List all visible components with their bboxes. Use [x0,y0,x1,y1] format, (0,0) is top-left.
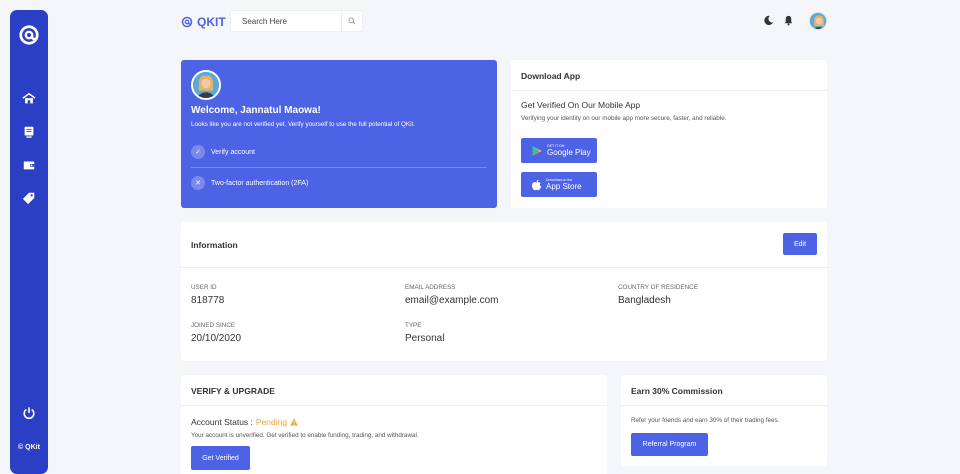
field-value: 20/10/2020 [191,333,242,344]
edit-button[interactable]: Edit [783,233,817,255]
brand-logo[interactable]: QKIT [181,15,226,29]
apple-icon [532,179,541,190]
two-factor-item[interactable]: ✕ Two-factor authentication (2FA) [191,176,308,190]
bell-icon[interactable] [783,15,794,26]
field-value: Bangladesh [618,295,671,306]
field-label: User ID [191,284,217,291]
verify-title: VERIFY & UPGRADE [191,386,275,396]
information-title: Information [191,240,238,250]
moon-icon[interactable] [763,15,774,26]
two-factor-label: Two-factor authentication (2FA) [211,179,309,187]
get-verified-button[interactable]: Get Verified [191,446,250,470]
avatar[interactable] [809,12,827,30]
user-id-field: User ID 818778 [191,284,224,306]
verify-upgrade-card: VERIFY & UPGRADE Account Status : Pendin… [181,375,607,474]
referral-program-button[interactable]: Referral Program [631,433,708,456]
avatar-image [810,13,826,29]
email-field: Email Address email@example.com [405,284,499,306]
information-card: Information Edit User ID 818778 Email Ad… [181,222,827,361]
at-logo-icon[interactable] [18,24,40,46]
country-field: Country of Residence Bangladesh [618,284,698,306]
download-app-card: Download App Get Verified On Our Mobile … [511,60,827,208]
warning-icon [290,418,298,426]
card-divider [511,90,827,91]
home-icon[interactable] [22,92,36,106]
at-logo-icon [181,16,193,28]
card-divider [181,267,827,268]
field-value: 818778 [191,295,225,306]
status-label: Account Status : [191,417,253,427]
joined-since-field: Joined Since 20/10/2020 [191,322,241,344]
welcome-subtitle: Looks like you are not verified yet. Ver… [191,121,416,128]
wallet-icon[interactable] [22,158,36,172]
app-store-label: App Store [546,182,582,191]
verify-account-item[interactable]: ✓ Verify account [191,145,255,159]
account-status: Account Status : Pending [191,417,298,427]
avatar [191,70,221,100]
search-button[interactable] [342,17,362,25]
field-label: Country of Residence [618,284,698,291]
google-play-icon [532,145,542,156]
document-icon[interactable] [22,125,36,139]
avatar-image [193,72,219,98]
type-field: Type Personal [405,322,444,344]
earn-description: Refer your friends and earn 30% of their… [631,417,780,424]
welcome-title: Welcome, Jannatul Maowa! [191,105,321,116]
app-store-button[interactable]: Download on the App Store [521,172,597,197]
card-divider [621,405,827,406]
tag-icon[interactable] [22,191,36,205]
download-app-title: Download App [521,71,581,81]
download-heading: Get Verified On Our Mobile App [521,100,641,110]
power-icon[interactable] [22,406,36,420]
search-input[interactable] [231,11,341,31]
sidebar-nav [22,92,36,205]
verify-description: Your account is unverified. Get verified… [191,432,419,439]
earn-commission-card: Earn 30% Commission Refer your friends a… [621,375,827,466]
status-badge: Pending [255,417,288,427]
welcome-divider [191,167,487,168]
field-value: Personal [405,333,445,344]
field-value: email@example.com [405,295,499,306]
earn-title: Earn 30% Commission [631,386,723,396]
google-play-button[interactable]: GET IT ON Google Play [521,138,597,163]
field-label: Email Address [405,284,456,291]
field-label: Type [405,322,422,329]
sidebar-copyright: © QKit [18,444,40,451]
brand-name: QKIT [197,15,226,29]
search-icon [348,17,356,25]
check-icon: ✓ [191,145,205,159]
field-label: Joined Since [191,322,236,329]
sidebar: © QKit [10,10,48,474]
welcome-card: Welcome, Jannatul Maowa! Looks like you … [181,60,497,208]
verify-account-label: Verify account [211,148,255,156]
search-box [230,10,363,32]
card-divider [181,405,607,406]
close-icon: ✕ [191,176,205,190]
google-play-label: Google Play [547,148,591,157]
download-description: Verifying your identity on our mobile ap… [521,115,727,122]
